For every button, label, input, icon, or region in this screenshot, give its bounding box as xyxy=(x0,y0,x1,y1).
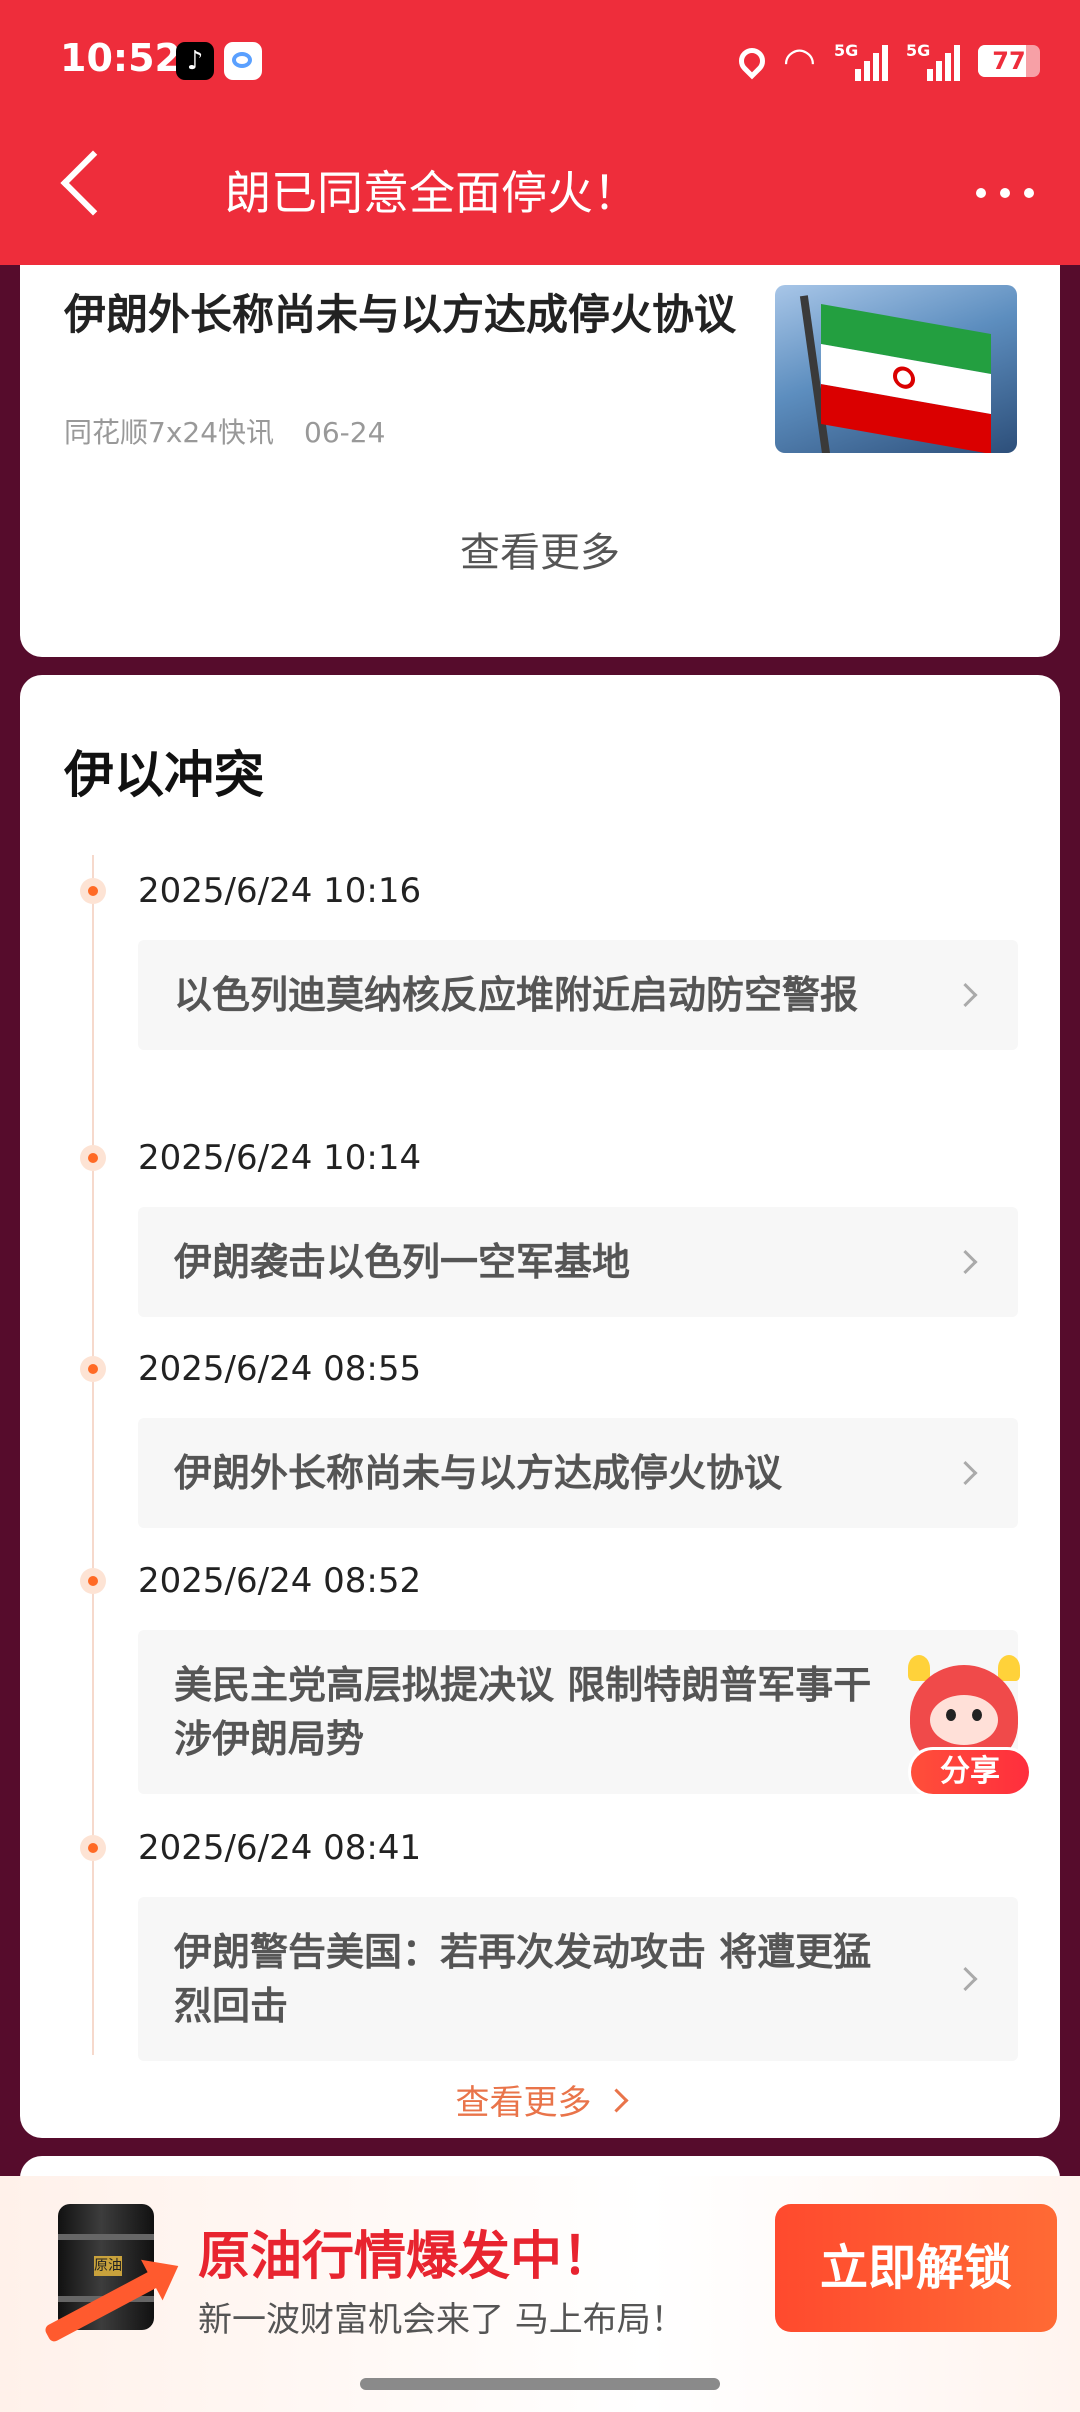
timeline-dot-icon xyxy=(80,1356,106,1382)
timeline-entry-text: 伊朗外长称尚未与以方达成停火协议 xyxy=(174,1451,783,1495)
news-source: 同花顺7x24快讯 xyxy=(64,416,275,449)
chevron-right-icon xyxy=(953,1460,978,1486)
timeline-dot-icon xyxy=(80,1835,106,1861)
battery-icon: 77 xyxy=(978,45,1040,77)
share-label: 分享 xyxy=(908,1747,1032,1797)
wifi-icon: ◠ xyxy=(782,39,816,83)
timeline-entry-text: 伊朗袭击以色列一空军基地 xyxy=(174,1240,631,1284)
barrel-tag: 原油 xyxy=(94,2256,122,2276)
news-title[interactable]: 伊朗外长称尚未与以方达成停火协议 xyxy=(64,287,744,343)
chevron-right-icon xyxy=(953,1249,978,1275)
see-more-news-button[interactable]: 查看更多 xyxy=(20,520,1060,578)
promo-banner[interactable]: 原油 原油行情爆发中！ 新一波财富机会来了 马上布局！ 立即解锁 xyxy=(0,2176,1080,2412)
home-indicator[interactable] xyxy=(360,2378,720,2390)
top-bar: 10:52 ♪ ◠ 5G 5G 77 朗已同意全面停火！ 特 xyxy=(0,0,1080,265)
timeline-time: 2025/6/24 10:14 xyxy=(138,1138,422,1178)
timeline-entry-text: 美民主党高层拟提决议 限制特朗普军事干涉伊朗局势 xyxy=(174,1663,872,1761)
timeline-dot-icon xyxy=(80,878,106,904)
timeline-entry[interactable]: 伊朗袭击以色列一空军基地 xyxy=(138,1207,1018,1317)
signal-icon: 5G xyxy=(834,41,888,81)
timeline-time: 2025/6/24 10:16 xyxy=(138,871,422,911)
timeline-entry-text: 伊朗警告美国：若再次发动攻击 将遭更猛烈回击 xyxy=(174,1930,872,2028)
related-news-card: 伊朗外长称尚未与以方达成停火协议 同花顺7x24快讯 06-24 查看更多 xyxy=(20,265,1060,657)
back-icon[interactable] xyxy=(60,150,126,216)
see-more-timeline-button[interactable]: 查看更多 xyxy=(20,2075,1060,2124)
unlock-button[interactable]: 立即解锁 xyxy=(775,2204,1057,2332)
timeline-title: 伊以冲突 xyxy=(64,746,264,804)
status-time: 10:52 xyxy=(60,36,181,80)
timeline-time: 2025/6/24 08:41 xyxy=(138,1828,422,1868)
timeline-line xyxy=(92,855,94,2055)
news-meta: 同花顺7x24快讯 06-24 xyxy=(64,411,385,451)
banner-subtitle: 新一波财富机会来了 马上布局！ xyxy=(198,2300,685,2340)
status-icons: ◠ 5G 5G 77 xyxy=(733,36,1040,86)
timeline-entry-text: 以色列迪莫纳核反应堆附近启动防空警报 xyxy=(174,973,859,1017)
timeline-dot-icon xyxy=(80,1568,106,1594)
timeline-entry[interactable]: 伊朗外长称尚未与以方达成停火协议 xyxy=(138,1418,1018,1528)
timeline-time: 2025/6/24 08:52 xyxy=(138,1561,422,1601)
chevron-right-icon xyxy=(953,1966,978,1992)
tiktok-icon: ♪ xyxy=(176,42,214,80)
see-more-timeline-label: 查看更多 xyxy=(455,2083,592,2123)
timeline-entry[interactable]: 以色列迪莫纳核反应堆附近启动防空警报 xyxy=(138,940,1018,1050)
timeline-entry[interactable]: 伊朗警告美国：若再次发动攻击 将遭更猛烈回击 xyxy=(138,1897,1018,2061)
battery-level: 77 xyxy=(992,47,1026,75)
chevron-right-icon xyxy=(603,2088,629,2113)
header-marquee: 朗已同意全面停火！ 特 xyxy=(210,158,830,228)
timeline-time: 2025/6/24 08:55 xyxy=(138,1349,422,1389)
signal-icon-2: 5G xyxy=(906,41,960,81)
marquee-text: 朗已同意全面停火！ xyxy=(225,166,639,220)
news-date: 06-24 xyxy=(304,416,386,449)
location-icon xyxy=(733,42,771,80)
news-thumbnail[interactable] xyxy=(775,285,1017,453)
chevron-right-icon xyxy=(953,982,978,1008)
iran-flag-image xyxy=(821,304,991,453)
timeline-card: 伊以冲突 2025/6/24 10:16 以色列迪莫纳核反应堆附近启动防空警报 … xyxy=(20,675,1060,2138)
timeline-dot-icon xyxy=(80,1145,106,1171)
more-options-icon[interactable] xyxy=(976,188,1034,198)
app-notification-icon xyxy=(224,42,262,80)
banner-title: 原油行情爆发中！ xyxy=(198,2227,615,2287)
share-button[interactable]: 分享 xyxy=(880,1655,1050,1805)
